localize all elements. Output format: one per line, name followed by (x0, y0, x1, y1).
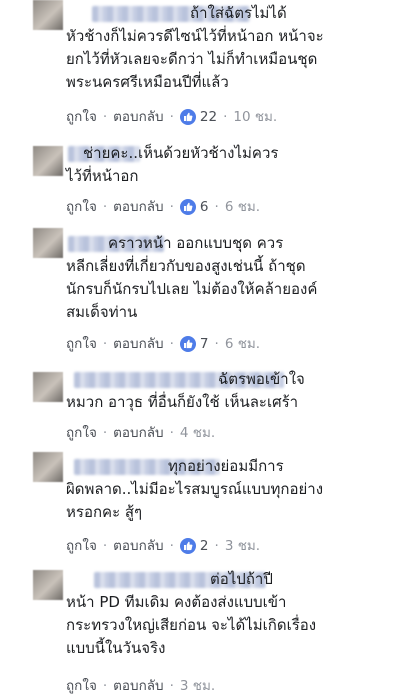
comment-actions: ถูกใจ · ตอบกลับ · 4 ชม. (66, 423, 215, 443)
separator-dot: · (102, 678, 108, 694)
comment-actions: ถูกใจ · ตอบกลับ · 6 · 6 ชม. (66, 197, 260, 217)
separator-dot: · (214, 199, 219, 215)
reply-link[interactable]: ตอบกลับ (113, 107, 163, 127)
comment-text-line: หรอกคะ สู้ๆ (66, 503, 143, 521)
comment-text-line: ฉัตรพอเข้าใจ (218, 370, 305, 388)
thumbs-up-icon (179, 538, 196, 554)
comment-text-line: กระทรวงใหญ่เสียก่อน จะได้ไม่เกิดเรื่อง (66, 616, 317, 634)
avatar[interactable] (33, 228, 63, 258)
avatar[interactable] (33, 570, 63, 600)
reply-link[interactable]: ตอบกลับ (113, 423, 163, 443)
separator-dot: · (102, 538, 108, 554)
separator-dot: · (102, 425, 108, 441)
comment-text-line: ทุกอย่างย่อมมีการ (168, 457, 284, 475)
comment-text-line: ผิดพลาด..ไม่มีอะไรสมบูรณ์แบบทุกอย่าง (66, 480, 324, 498)
like-link[interactable]: ถูกใจ (66, 334, 97, 354)
like-link[interactable]: ถูกใจ (66, 107, 97, 127)
separator-dot: · (169, 678, 174, 694)
thumbs-up-icon (179, 109, 196, 125)
avatar[interactable] (33, 372, 63, 402)
comment-actions: ถูกใจ · ตอบกลับ · 2 · 3 ชม. (66, 536, 260, 556)
thumbs-up-icon (179, 199, 196, 215)
comment-text-line: หน้า PD ทีมเดิม คงต้องส่งแบบเข้า (66, 593, 287, 611)
comment-text-line: ช่ายคะ..เห็นด้วยหัวช้างไม่ควร (83, 144, 279, 162)
comment-text: ช่ายคะ..เห็นด้วยหัวช้างไม่ควรไว้ที่หน้าอ… (66, 142, 391, 188)
comment-text-line: พระนครศรีเหมือนปีที่แล้ว (66, 73, 229, 91)
timestamp[interactable]: 10 ชม. (233, 107, 277, 127)
avatar[interactable] (33, 146, 63, 176)
comment-text-line: หมวก อาวุธ ที่อื่นก็ยังใช้ เห็นละเศร้า (66, 393, 299, 411)
comment-text: ต่อไปถ้าปีหน้า PD ทีมเดิม คงต้องส่งแบบเข… (66, 568, 391, 660)
comment-text-line: หัวช้างก็ไม่ควรดีไซน์ไว้ที่หน้าอก หน้าจะ (66, 27, 324, 45)
comment-text: ทุกอย่างย่อมมีการผิดพลาด..ไม่มีอะไรสมบูร… (66, 455, 391, 524)
separator-dot: · (223, 109, 228, 125)
separator-dot: · (169, 199, 174, 215)
comment-text: ถ้าใส่ฉัตรไม่ได้หัวช้างก็ไม่ควรดีไซน์ไว้… (66, 2, 391, 94)
comment-text: ฉัตรพอเข้าใจหมวก อาวุธ ที่อื่นก็ยังใช้ เ… (66, 368, 391, 414)
comment-actions: ถูกใจ · ตอบกลับ · 7 · 6 ชม. (66, 334, 260, 354)
separator-dot: · (214, 336, 219, 352)
like-link[interactable]: ถูกใจ (66, 536, 97, 556)
thumbs-up-icon (179, 336, 196, 352)
reaction-count[interactable]: 22 (200, 107, 217, 127)
reaction-count[interactable]: 6 (200, 197, 209, 217)
comment-actions: ถูกใจ · ตอบกลับ · 3 ชม. (66, 676, 215, 696)
separator-dot: · (102, 336, 108, 352)
comment-actions: ถูกใจ · ตอบกลับ · 22 · 10 ชม. (66, 107, 277, 127)
timestamp[interactable]: 3 ชม. (180, 676, 215, 696)
timestamp[interactable]: 6 ชม. (225, 334, 260, 354)
reply-link[interactable]: ตอบกลับ (113, 197, 163, 217)
avatar[interactable] (33, 452, 63, 482)
timestamp[interactable]: 3 ชม. (225, 536, 260, 556)
separator-dot: · (102, 109, 108, 125)
comment-text-line: ยกไว้ที่หัวเลยจะดีกว่า ไม่ก็ทำเหมือนชุด (66, 50, 318, 68)
comment-text-line: สมเด็จท่าน (66, 303, 138, 321)
reaction-count[interactable]: 7 (200, 334, 209, 354)
separator-dot: · (169, 109, 174, 125)
comment-text-line: แบบนี้ในวันจริง (66, 639, 166, 657)
timestamp[interactable]: 6 ชม. (225, 197, 260, 217)
separator-dot: · (102, 199, 108, 215)
reply-link[interactable]: ตอบกลับ (113, 536, 163, 556)
reply-link[interactable]: ตอบกลับ (113, 676, 163, 696)
comment-text: คราวหน้า ออกแบบชุด ควรหลีกเลี่ยงที่เกี่ย… (66, 232, 391, 324)
comment-text-line: คราวหน้า ออกแบบชุด ควร (108, 234, 284, 252)
comment-text-line: หลีกเลี่ยงที่เกี่ยวกับของสูงเช่นนี้ ถ้าช… (66, 257, 306, 275)
separator-dot: · (169, 538, 174, 554)
separator-dot: · (214, 538, 219, 554)
comment-text-line: ต่อไปถ้าปี (210, 570, 273, 588)
comment-text-line: นักรบก็นักรบไปเลย ไม่ต้องให้คล้ายองค์ (66, 280, 318, 298)
like-link[interactable]: ถูกใจ (66, 197, 97, 217)
like-link[interactable]: ถูกใจ (66, 423, 97, 443)
separator-dot: · (169, 425, 174, 441)
reaction-count[interactable]: 2 (200, 536, 209, 556)
comment-text-line: ไว้ที่หน้าอก (66, 167, 139, 185)
comment-text-line: ถ้าใส่ฉัตรไม่ได้ (190, 4, 287, 22)
timestamp[interactable]: 4 ชม. (180, 423, 215, 443)
like-link[interactable]: ถูกใจ (66, 676, 97, 696)
reply-link[interactable]: ตอบกลับ (113, 334, 163, 354)
avatar[interactable] (33, 0, 63, 30)
separator-dot: · (169, 336, 174, 352)
